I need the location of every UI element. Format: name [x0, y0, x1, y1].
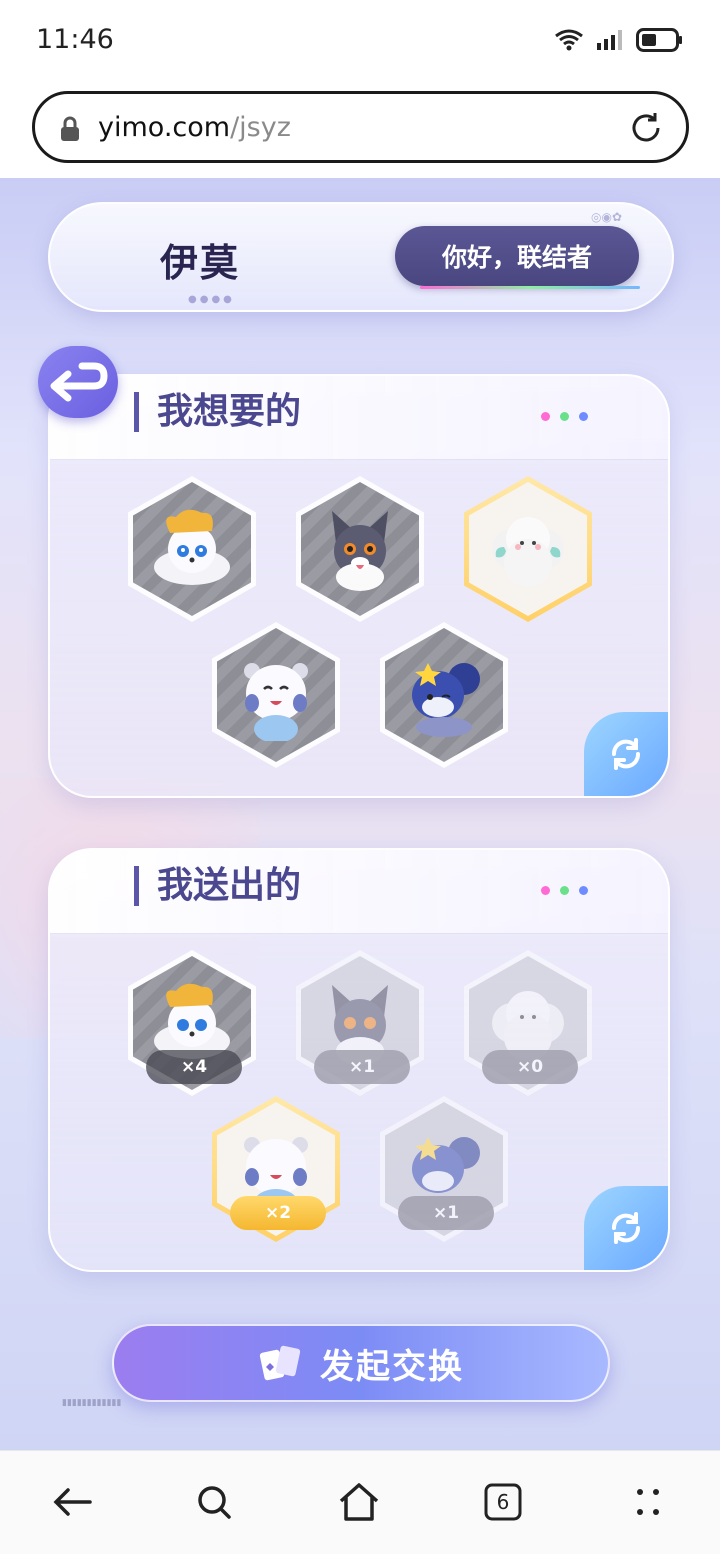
wifi-icon	[555, 29, 583, 51]
want-pet-fox[interactable]	[128, 476, 256, 622]
logo-dots: ●●●●	[188, 294, 235, 305]
home-icon	[339, 1483, 379, 1521]
give-title: 我送出的	[134, 866, 301, 906]
give-refresh-button[interactable]	[584, 1186, 668, 1270]
give-pet-fox[interactable]: ×4	[128, 950, 256, 1096]
count-badge: ×1	[314, 1050, 410, 1084]
count-badge: ×2	[230, 1196, 326, 1230]
search-icon	[198, 1486, 231, 1519]
give-pet-wolf[interactable]: ×1	[296, 950, 424, 1096]
want-pet-bear[interactable]	[212, 622, 340, 768]
nav-tabs-button[interactable]: 6	[478, 1477, 528, 1527]
give-card-header: 我送出的	[50, 850, 668, 934]
nav-search-button[interactable]	[189, 1477, 239, 1527]
url-path: /jsyz	[230, 112, 291, 143]
menu-dots-icon	[637, 1489, 659, 1515]
browser-bottom-nav: 6	[0, 1450, 720, 1554]
barcode-decoration: ▮▮▮▮▮▮▮▮▮▮▮▮	[62, 1398, 122, 1408]
start-exchange-button[interactable]: 发起交换	[112, 1324, 610, 1402]
status-icons	[554, 28, 684, 52]
tab-count: 6	[496, 1490, 510, 1514]
nav-back-button[interactable]	[47, 1477, 97, 1527]
card-dots	[541, 412, 588, 421]
want-title: 我想要的	[134, 392, 301, 432]
status-time: 11:46	[36, 24, 114, 55]
status-bar: 11:46	[0, 0, 720, 80]
card-dots	[541, 886, 588, 895]
white-bear-pet-icon	[244, 663, 308, 741]
reload-icon[interactable]	[628, 110, 664, 146]
cards-icon	[259, 1345, 301, 1381]
page-content: 伊莫 ●●●● ◎◉✿ 你好，联结者 我想要的 我送出的 ×4 ×1 ×0 ×2…	[0, 178, 720, 1450]
exchange-label: 发起交换	[320, 1346, 464, 1387]
count-badge: ×1	[398, 1196, 494, 1230]
greeting-rainbow-bar	[420, 286, 640, 289]
give-card: 我送出的 ×4 ×1 ×0 ×2 ×1	[48, 848, 670, 1272]
back-arrow-icon	[53, 1488, 92, 1516]
refresh-icon	[611, 738, 641, 770]
paw-decoration-icon: ◎◉✿	[591, 210, 622, 224]
blue-squirrel-pet-icon	[412, 663, 480, 737]
count-badge: ×4	[146, 1050, 242, 1084]
count-badge: ×0	[482, 1050, 578, 1084]
give-pet-sheep[interactable]: ×0	[464, 950, 592, 1096]
logo: 伊莫	[160, 240, 241, 285]
signal-icon	[597, 30, 622, 50]
want-pet-squirrel[interactable]	[380, 622, 508, 768]
greeting-badge: 你好，联结者	[395, 226, 639, 286]
nav-home-button[interactable]	[334, 1477, 384, 1527]
url-text[interactable]: yimo.com/jsyz	[98, 112, 291, 143]
back-button[interactable]	[38, 346, 118, 418]
gray-wolf-pet-icon	[332, 511, 388, 591]
battery-icon	[636, 28, 682, 52]
header-card: 伊莫 ●●●● ◎◉✿ 你好，联结者	[48, 202, 674, 312]
back-arrow-icon	[50, 362, 108, 402]
want-card: 我想要的	[48, 374, 670, 798]
refresh-icon	[611, 1212, 641, 1244]
want-pet-sheep[interactable]	[464, 476, 592, 622]
give-pet-squirrel[interactable]: ×1	[380, 1096, 508, 1242]
give-pet-bear[interactable]: ×2	[212, 1096, 340, 1242]
fluffy-sheep-pet-icon	[492, 517, 564, 587]
white-fox-pet-icon	[154, 509, 230, 585]
lock-icon	[61, 116, 79, 141]
nav-menu-button[interactable]	[623, 1477, 673, 1527]
want-pet-wolf[interactable]	[296, 476, 424, 622]
url-bar[interactable]: yimo.com/jsyz	[32, 91, 689, 163]
url-domain: yimo.com	[98, 112, 231, 143]
want-card-header: 我想要的	[50, 376, 668, 460]
want-refresh-button[interactable]	[584, 712, 668, 796]
